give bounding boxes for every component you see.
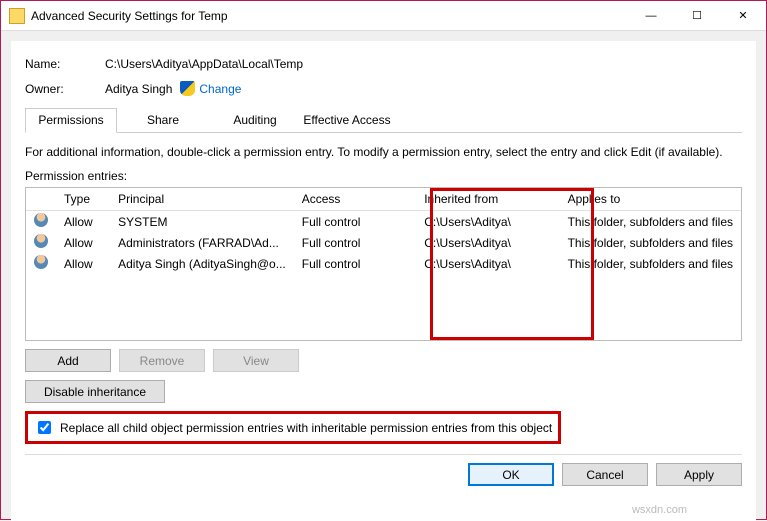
change-owner-link[interactable]: Change — [199, 82, 241, 96]
cell-applies: This folder, subfolders and files — [560, 211, 741, 233]
col-inherited[interactable]: Inherited from — [416, 188, 559, 211]
titlebar: Advanced Security Settings for Temp ― ☐ … — [1, 1, 766, 31]
cell-principal: Administrators (FARRAD\Ad... — [110, 232, 294, 253]
name-value: C:\Users\Aditya\AppData\Local\Temp — [105, 57, 303, 71]
table-row[interactable]: Allow Aditya Singh (AdityaSingh@o... Ful… — [26, 253, 741, 274]
dialog-content: Name: C:\Users\Aditya\AppData\Local\Temp… — [11, 41, 756, 521]
tab-effective-access[interactable]: Effective Access — [301, 108, 393, 132]
ok-button[interactable]: OK — [468, 463, 554, 486]
cell-applies: This folder, subfolders and files — [560, 232, 741, 253]
owner-row: Owner: Aditya Singh Change — [25, 81, 742, 96]
col-type[interactable]: Type — [56, 188, 110, 211]
window-title: Advanced Security Settings for Temp — [31, 9, 628, 23]
cell-inherited: C:\Users\Aditya\ — [416, 253, 559, 274]
cell-applies: This folder, subfolders and files — [560, 253, 741, 274]
table-row[interactable]: Allow Administrators (FARRAD\Ad... Full … — [26, 232, 741, 253]
view-button: View — [213, 349, 299, 372]
cell-principal: SYSTEM — [110, 211, 294, 233]
entries-label: Permission entries: — [25, 169, 742, 183]
minimize-button[interactable]: ― — [628, 1, 674, 31]
cell-inherited: C:\Users\Aditya\ — [416, 232, 559, 253]
permission-table: Type Principal Access Inherited from App… — [25, 187, 742, 341]
owner-label: Owner: — [25, 82, 105, 96]
owner-value: Aditya Singh — [105, 82, 172, 96]
watermark: wsxdn.com — [632, 504, 687, 516]
user-icon — [34, 255, 48, 269]
footer-buttons: OK Cancel Apply — [25, 454, 742, 486]
inherit-row: Disable inheritance — [25, 380, 742, 403]
tab-auditing[interactable]: Auditing — [209, 108, 301, 132]
col-access[interactable]: Access — [294, 188, 416, 211]
cell-principal: Aditya Singh (AdityaSingh@o... — [110, 253, 294, 274]
cell-inherited: C:\Users\Aditya\ — [416, 211, 559, 233]
maximize-button[interactable]: ☐ — [674, 1, 720, 31]
name-row: Name: C:\Users\Aditya\AppData\Local\Temp — [25, 57, 742, 71]
shield-icon — [180, 81, 195, 96]
name-label: Name: — [25, 57, 105, 71]
tab-permissions[interactable]: Permissions — [25, 108, 117, 133]
info-text: For additional information, double-click… — [25, 145, 742, 159]
cell-type: Allow — [56, 232, 110, 253]
cell-type: Allow — [56, 253, 110, 274]
cancel-button[interactable]: Cancel — [562, 463, 648, 486]
col-icon — [26, 188, 56, 211]
replace-children-checkbox[interactable] — [38, 421, 51, 434]
tab-strip: Permissions Share Auditing Effective Acc… — [25, 108, 742, 133]
user-icon — [34, 234, 48, 248]
close-button[interactable]: ✕ — [720, 1, 766, 31]
folder-icon — [9, 8, 25, 24]
remove-button: Remove — [119, 349, 205, 372]
add-button[interactable]: Add — [25, 349, 111, 372]
cell-access: Full control — [294, 232, 416, 253]
disable-inheritance-button[interactable]: Disable inheritance — [25, 380, 165, 403]
cell-access: Full control — [294, 211, 416, 233]
replace-children-row[interactable]: Replace all child object permission entr… — [25, 411, 561, 444]
apply-button[interactable]: Apply — [656, 463, 742, 486]
table-header-row: Type Principal Access Inherited from App… — [26, 188, 741, 211]
table-row[interactable]: Allow SYSTEM Full control C:\Users\Adity… — [26, 211, 741, 233]
col-principal[interactable]: Principal — [110, 188, 294, 211]
user-icon — [34, 213, 48, 227]
replace-children-label: Replace all child object permission entr… — [60, 421, 552, 435]
col-applies[interactable]: Applies to — [560, 188, 741, 211]
cell-access: Full control — [294, 253, 416, 274]
tab-share[interactable]: Share — [117, 108, 209, 132]
cell-type: Allow — [56, 211, 110, 233]
entry-buttons: Add Remove View — [25, 349, 742, 372]
